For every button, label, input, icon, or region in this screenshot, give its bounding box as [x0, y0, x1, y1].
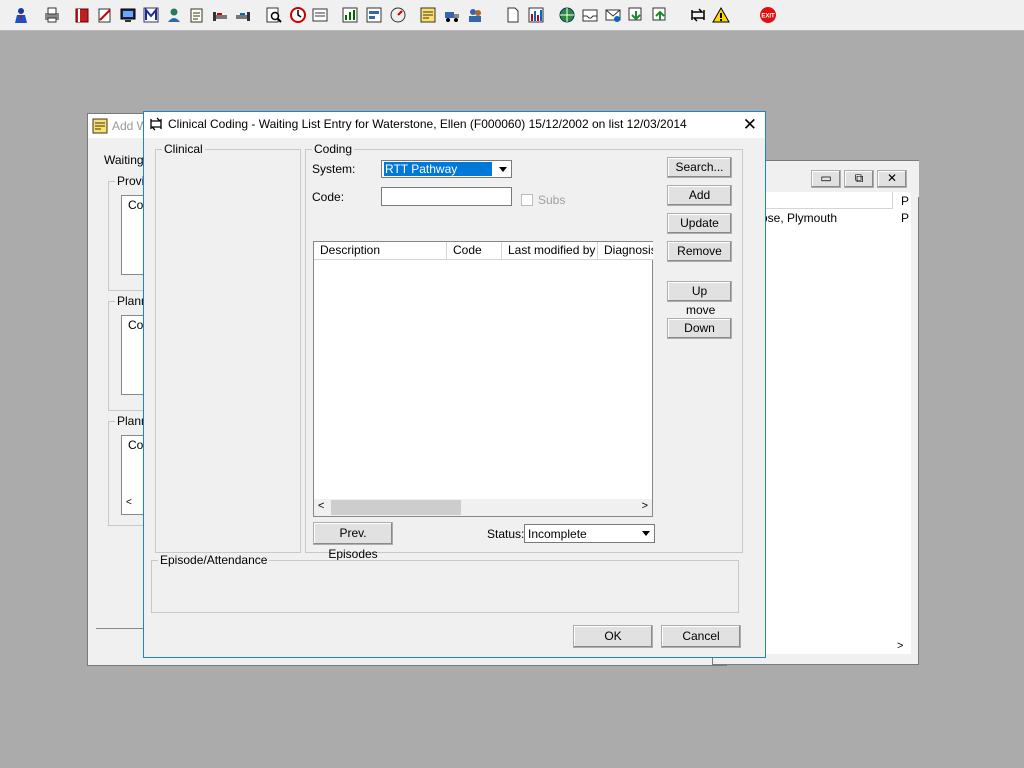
update-button[interactable]: Update: [667, 213, 732, 234]
chart-icon[interactable]: [340, 5, 360, 25]
column-header: Co: [128, 318, 144, 332]
horizontal-scrollbar[interactable]: < >: [314, 499, 652, 516]
coding-group: Coding System: RTT Pathway Code: Subs De…: [305, 142, 743, 561]
restore-button[interactable]: ⧉: [844, 170, 874, 188]
system-label: System:: [312, 162, 356, 176]
search-button-label: Search...: [675, 160, 724, 174]
column-code[interactable]: Code: [447, 242, 502, 260]
book-icon[interactable]: [72, 5, 92, 25]
subs-checkbox[interactable]: [521, 194, 533, 206]
list-icon[interactable]: [310, 5, 330, 25]
coding-list[interactable]: Description Code Last modified by Diagno…: [313, 241, 653, 517]
user-group-icon[interactable]: [465, 5, 485, 25]
minimize-button[interactable]: ▭: [811, 170, 841, 188]
exit-label: EXIT: [761, 14, 775, 20]
tab-waiting[interactable]: Waiting: [104, 153, 144, 167]
clinical-group: Clinical: [155, 142, 301, 553]
episode-attendance-group: Episode/Attendance: [151, 553, 739, 613]
notes-icon[interactable]: [95, 5, 115, 25]
scroll-left-icon[interactable]: <: [126, 497, 132, 508]
column-header: Co: [128, 438, 144, 452]
list-item-p[interactable]: P: [901, 211, 909, 225]
chevron-down-icon[interactable]: [495, 162, 510, 176]
column-description[interactable]: Description: [314, 242, 447, 260]
chevron-down-icon[interactable]: [638, 526, 653, 540]
system-value: RTT Pathway: [384, 162, 492, 176]
mail-icon[interactable]: [603, 5, 623, 25]
code-label: Code:: [312, 190, 345, 204]
list-item[interactable]: ose, Plymouth: [761, 211, 837, 225]
status-label: Status:: [487, 527, 525, 541]
swap-icon: [149, 117, 163, 134]
swap-icon[interactable]: [688, 5, 708, 25]
cancel-button-label: Cancel: [682, 629, 720, 643]
clock-icon[interactable]: [288, 5, 308, 25]
monitor-icon[interactable]: [118, 5, 138, 25]
column-last-modified[interactable]: Last modified by: [502, 242, 598, 260]
remove-button-label: Remove: [677, 244, 722, 258]
truck-icon[interactable]: [442, 5, 462, 25]
notepad-icon[interactable]: [418, 5, 438, 25]
column-header-p[interactable]: P: [901, 194, 909, 208]
column-header: Co: [128, 198, 144, 212]
person-icon[interactable]: [164, 5, 184, 25]
add-button[interactable]: Add: [667, 185, 732, 206]
dialog-titlebar: Clinical Coding - Waiting List Entry for…: [144, 112, 765, 138]
search-button[interactable]: Search...: [667, 157, 732, 178]
move-down-button[interactable]: Down: [667, 318, 732, 339]
up-button-label: Up: [691, 284, 708, 298]
bar-chart-icon[interactable]: [526, 5, 546, 25]
ok-button-label: OK: [604, 629, 622, 643]
m-icon[interactable]: [141, 5, 161, 25]
bed2-icon[interactable]: [233, 5, 253, 25]
close-icon[interactable]: ✕: [743, 115, 757, 135]
episode-attendance-legend: Episode/Attendance: [158, 553, 270, 567]
status-value: Incomplete: [528, 527, 587, 541]
exit-icon[interactable]: EXIT: [758, 5, 778, 25]
scroll-right-icon[interactable]: >: [642, 500, 648, 512]
scrollbar-thumb[interactable]: [331, 500, 461, 515]
close-button[interactable]: ✕: [877, 170, 907, 188]
coding-legend: Coding: [312, 142, 355, 156]
dialog-title: Clinical Coding - Waiting List Entry for…: [168, 117, 687, 131]
move-up-button[interactable]: Up: [667, 281, 732, 302]
remove-button[interactable]: Remove: [667, 241, 732, 262]
move-label: move: [686, 303, 716, 317]
download-icon[interactable]: [626, 5, 646, 25]
user-icon[interactable]: [11, 5, 31, 25]
bed-icon[interactable]: [210, 5, 230, 25]
edit-icon[interactable]: [187, 5, 207, 25]
update-button-label: Update: [680, 216, 719, 230]
form-icon[interactable]: [364, 5, 384, 25]
warning-icon[interactable]: [711, 5, 731, 25]
system-select[interactable]: RTT Pathway: [381, 160, 512, 178]
ok-button[interactable]: OK: [573, 625, 653, 648]
main-toolbar: EXIT: [0, 0, 1024, 31]
upload-icon[interactable]: [650, 5, 670, 25]
cancel-button[interactable]: Cancel: [661, 625, 741, 648]
printer-icon[interactable]: [42, 5, 62, 25]
globe-icon[interactable]: [557, 5, 577, 25]
down-button-label: Down: [684, 321, 715, 335]
dial-icon[interactable]: [388, 5, 408, 25]
clinical-legend: Clinical: [162, 142, 205, 156]
status-select[interactable]: Incomplete: [524, 524, 655, 543]
scroll-right-icon[interactable]: >: [897, 640, 903, 652]
column-diagnosis[interactable]: Diagnosis: [598, 242, 653, 260]
prev-episodes-label: Prev. Episodes: [328, 526, 378, 561]
clinical-coding-dialog: Clinical Coding - Waiting List Entry for…: [143, 111, 766, 658]
search-doc-icon[interactable]: [264, 5, 284, 25]
add-button-label: Add: [688, 188, 711, 202]
code-input[interactable]: [381, 187, 512, 206]
subs-label: Subs: [538, 193, 566, 207]
inbox-icon[interactable]: [580, 5, 600, 25]
document-icon[interactable]: [503, 5, 523, 25]
prev-episodes-button[interactable]: Prev. Episodes: [313, 522, 393, 561]
notepad-icon: [92, 118, 108, 137]
scroll-left-icon[interactable]: <: [318, 500, 324, 512]
